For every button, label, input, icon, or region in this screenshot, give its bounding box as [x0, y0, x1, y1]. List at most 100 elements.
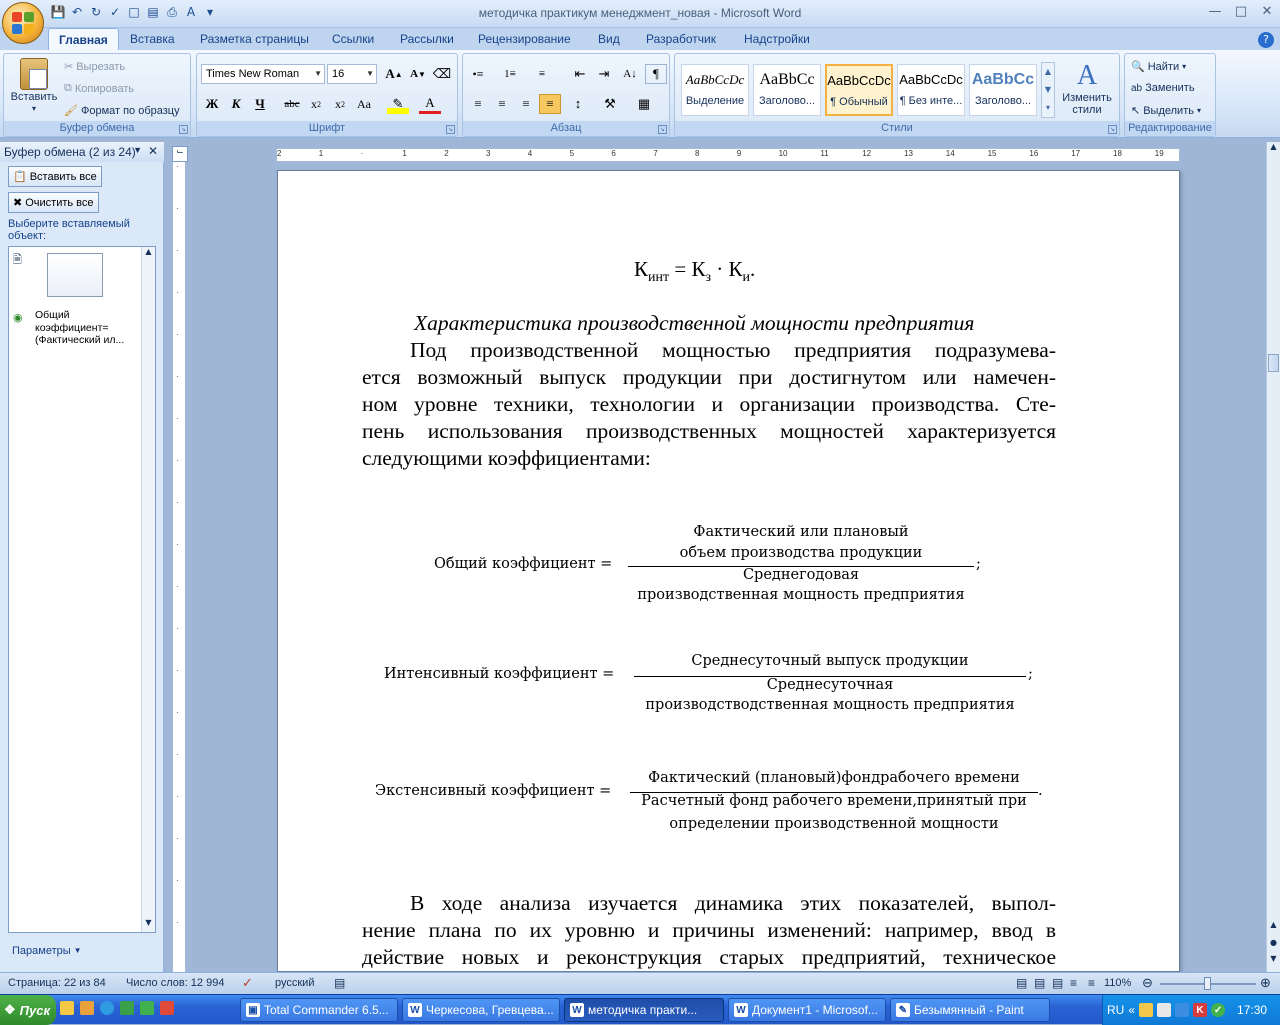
clipboard-item-image[interactable]: 🗎 — [11, 251, 141, 303]
zoom-level[interactable]: 110% — [1104, 977, 1131, 989]
decrease-indent-icon[interactable]: ⇤ — [569, 64, 591, 84]
tab-references[interactable]: Ссылки — [322, 28, 384, 50]
task-document1[interactable]: W Документ1 - Microsof... — [728, 998, 886, 1022]
tab-review[interactable]: Рецензирование — [468, 28, 581, 50]
quick-launch-icon-3[interactable] — [100, 1001, 114, 1015]
maximize-icon[interactable]: □ — [1228, 2, 1254, 20]
quick-launch-icon-6[interactable] — [160, 1001, 174, 1015]
strikethrough-icon[interactable]: abc — [281, 94, 303, 114]
tray-icon-1[interactable] — [1139, 1003, 1154, 1017]
cut-button[interactable]: ✂ Вырезать — [64, 60, 125, 74]
quick-launch-icon-4[interactable] — [120, 1001, 134, 1015]
change-styles-button[interactable]: A Изменить стили — [1059, 60, 1115, 116]
quick-launch-icon-2[interactable] — [80, 1001, 94, 1015]
view-full-screen-icon[interactable]: ▤ — [1034, 976, 1045, 990]
tray-icon-4[interactable]: K — [1193, 1003, 1208, 1017]
tray-icon-5[interactable]: ✓ — [1211, 1003, 1226, 1017]
zoom-slider[interactable] — [1160, 977, 1256, 990]
tray-icon-2[interactable] — [1157, 1003, 1172, 1017]
tab-home[interactable]: Главная — [48, 28, 119, 50]
multilevel-list-icon[interactable]: ≡ — [531, 64, 553, 84]
shading-icon[interactable]: ⚒ — [599, 94, 621, 114]
clear-all-button[interactable]: ✖ Очистить все — [8, 192, 99, 213]
scroll-thumb[interactable] — [1268, 354, 1279, 372]
style-normal[interactable]: AaBbCcDc ¶ Обычный — [825, 64, 893, 116]
style-heading-1[interactable]: AaBbCc Заголово... — [753, 64, 821, 116]
styles-dialog-launcher-icon[interactable]: ↘ — [1108, 125, 1117, 134]
paragraph-dialog-launcher-icon[interactable]: ↘ — [658, 125, 667, 134]
quick-launch-icon-5[interactable] — [140, 1001, 154, 1015]
macro-record-icon[interactable]: ▤ — [334, 976, 345, 990]
page-indicator[interactable]: Страница: 22 из 84 — [8, 977, 106, 989]
zoom-slider-thumb[interactable] — [1204, 977, 1211, 990]
horizontal-ruler[interactable]: 2 1 · 1 2 3 4 5 6 7 8 9 10 11 12 13 14 15 16 17 18 19 — [276, 148, 1180, 162]
browse-object-icon[interactable]: ● — [1267, 938, 1280, 952]
show-hidden-icons-icon[interactable]: « — [1128, 1003, 1135, 1017]
copy-button[interactable]: ⧉ Копировать — [64, 82, 134, 95]
close-pane-icon[interactable]: ✕ — [148, 144, 158, 158]
numbering-icon[interactable]: 1≡ — [499, 64, 521, 84]
font-color-icon[interactable]: A — [419, 94, 441, 114]
bullets-icon[interactable]: •≡ — [467, 64, 489, 84]
options-button[interactable]: Параметры ▼ — [8, 940, 86, 961]
proofing-icon[interactable]: ✓ — [242, 975, 253, 991]
office-button[interactable] — [2, 2, 44, 44]
clipboard-item-text[interactable]: ◉ Общий коэффициент= (Фактический ил... — [11, 309, 141, 353]
tab-insert[interactable]: Вставка — [120, 28, 185, 50]
grow-font-icon[interactable]: A ▲ — [383, 64, 405, 84]
tab-page-layout[interactable]: Разметка страницы — [190, 28, 319, 50]
help-icon[interactable]: ? — [1258, 32, 1274, 48]
tab-selector[interactable]: ⌙ — [172, 146, 188, 162]
scroll-up-icon[interactable]: ▲ — [1267, 142, 1280, 156]
borders-icon[interactable]: ▦ — [633, 94, 655, 114]
font-size-combo[interactable]: 16 ▼ — [327, 64, 377, 84]
sort-icon[interactable]: A↓ — [619, 64, 641, 84]
task-paint[interactable]: ✎ Безымянный - Paint — [890, 998, 1050, 1022]
view-web-icon[interactable]: ▤ — [1052, 976, 1063, 990]
subscript-icon[interactable]: x2 — [305, 94, 327, 114]
font-dialog-launcher-icon[interactable]: ↘ — [446, 125, 455, 134]
line-spacing-icon[interactable]: ↕ — [567, 94, 589, 114]
style-emphasis[interactable]: AaBbCcDc Выделение — [681, 64, 749, 116]
view-outline-icon[interactable]: ≡ — [1070, 976, 1077, 990]
style-heading-2[interactable]: AaBbCc Заголово... — [969, 64, 1037, 116]
clear-formatting-icon[interactable]: ⌫ — [431, 64, 453, 84]
clipboard-list-scrollbar[interactable]: ▲ ▼ — [141, 247, 155, 932]
find-button[interactable]: 🔍 Найти ▾ — [1131, 60, 1186, 74]
shrink-font-icon[interactable]: A ▼ — [407, 64, 429, 84]
start-button[interactable]: ❖ Пуск — [0, 995, 56, 1025]
format-painter-button[interactable]: 🖌 Формат по образцу — [64, 104, 180, 118]
tab-view[interactable]: Вид — [588, 28, 630, 50]
style-no-spacing[interactable]: AaBbCcDc ¶ Без инте... — [897, 64, 965, 116]
language-bar[interactable]: RU — [1107, 1003, 1124, 1017]
language-indicator[interactable]: русский — [275, 977, 314, 989]
next-page-icon[interactable]: ▼ — [1267, 954, 1280, 968]
align-right-icon[interactable]: ≡ — [515, 94, 537, 114]
paste-button[interactable]: Вставить ▾ — [8, 58, 60, 113]
font-name-combo[interactable]: Times New Roman ▼ — [201, 64, 325, 84]
task-total-commander[interactable]: ▣ Total Commander 6.5... — [240, 998, 398, 1022]
show-marks-icon[interactable]: ¶ — [645, 64, 667, 84]
highlight-icon[interactable]: ✎ — [387, 94, 409, 114]
clipboard-dialog-launcher-icon[interactable]: ↘ — [179, 125, 188, 134]
tab-addins[interactable]: Надстройки — [734, 28, 820, 50]
vertical-ruler[interactable]: · · · · · · · · · · · · · · · · · · · — [172, 162, 186, 972]
bold-icon[interactable]: Ж — [201, 94, 223, 114]
underline-icon[interactable]: Ч — [249, 94, 271, 114]
task-document-2[interactable]: W Черкесова, Гревцева... — [402, 998, 560, 1022]
tray-icon-3[interactable] — [1175, 1003, 1190, 1017]
document-page[interactable]: Кинт = Кз · Ки. Характеристика производс… — [277, 170, 1180, 972]
paste-all-button[interactable]: 📋 Вставить все — [8, 166, 102, 187]
increase-indent-icon[interactable]: ⇥ — [593, 64, 615, 84]
task-current-document[interactable]: Wметодичка практи... — [564, 998, 724, 1022]
justify-icon[interactable]: ≡ — [539, 94, 561, 114]
align-left-icon[interactable]: ≡ — [467, 94, 489, 114]
view-draft-icon[interactable]: ≡ — [1088, 976, 1095, 990]
zoom-out-icon[interactable]: ⊖ — [1142, 975, 1153, 991]
italic-icon[interactable]: К — [225, 94, 247, 114]
styles-gallery-scroll[interactable]: ▲ ▼ ▾ — [1041, 62, 1055, 118]
zoom-in-icon[interactable]: ⊕ — [1260, 975, 1271, 991]
align-center-icon[interactable]: ≡ — [491, 94, 513, 114]
vertical-scrollbar[interactable]: ▲ ▲ ● ▼ — [1266, 142, 1280, 972]
tab-developer[interactable]: Разработчик — [636, 28, 726, 50]
